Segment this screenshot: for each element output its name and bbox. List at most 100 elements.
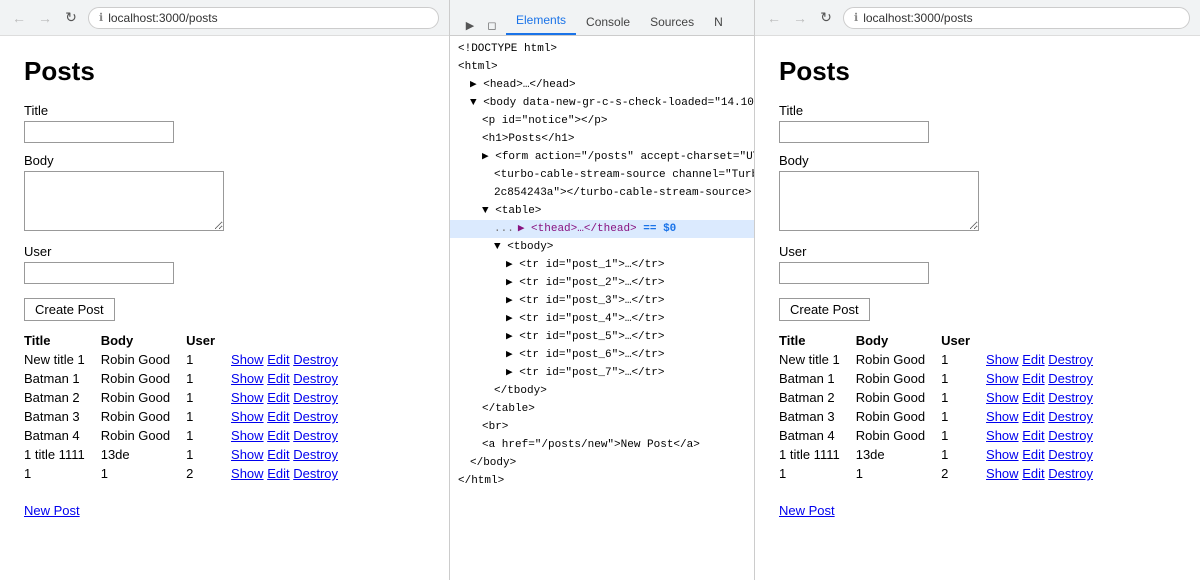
destroy-link[interactable]: Destroy [293, 428, 338, 443]
destroy-link[interactable]: Destroy [1048, 409, 1093, 424]
destroy-link[interactable]: Destroy [293, 409, 338, 424]
table-row: Batman 4Robin Good1Show Edit Destroy [24, 426, 354, 445]
cell-actions: Show Edit Destroy [986, 445, 1109, 464]
html-line[interactable]: ▶ <head>…</head> [450, 76, 754, 94]
destroy-link[interactable]: Destroy [1048, 390, 1093, 405]
edit-link[interactable]: Edit [1022, 466, 1044, 481]
show-link[interactable]: Show [986, 352, 1019, 367]
user-input-right[interactable] [779, 262, 929, 284]
show-link[interactable]: Show [986, 428, 1019, 443]
device-toolbar-button[interactable]: ◻ [482, 15, 502, 35]
html-line[interactable]: ▶ <form action="/posts" accept-charset="… [450, 148, 754, 166]
html-line[interactable]: ▶ <tr id="post_5">…</tr> [450, 328, 754, 346]
title-form-group: Title [24, 103, 425, 143]
edit-link[interactable]: Edit [1022, 409, 1044, 424]
col-user-right: User [941, 331, 986, 350]
html-line: </body> [450, 454, 754, 472]
html-line[interactable]: ▼ <tbody> [450, 238, 754, 256]
show-link[interactable]: Show [231, 352, 264, 367]
inspect-element-button[interactable]: ▶ [460, 15, 480, 35]
edit-link[interactable]: Edit [267, 409, 289, 424]
show-link[interactable]: Show [231, 466, 264, 481]
edit-link[interactable]: Edit [267, 447, 289, 462]
html-line[interactable]: ▶ <tr id="post_3">…</tr> [450, 292, 754, 310]
edit-link[interactable]: Edit [267, 352, 289, 367]
destroy-link[interactable]: Destroy [293, 390, 338, 405]
html-line[interactable]: ▼ <body data-new-gr-c-s-check-loaded="14… [450, 94, 754, 112]
html-line[interactable]: ▶ <tr id="post_1">…</tr> [450, 256, 754, 274]
cell-user: 1 [186, 407, 231, 426]
show-link[interactable]: Show [231, 409, 264, 424]
create-post-button-left[interactable]: Create Post [24, 298, 115, 321]
url-right: localhost:3000/posts [863, 11, 972, 25]
cell-body: Robin Good [856, 369, 941, 388]
edit-link[interactable]: Edit [267, 390, 289, 405]
destroy-link[interactable]: Destroy [1048, 428, 1093, 443]
forward-button-left[interactable]: → [36, 9, 54, 27]
cell-title: New title 1 [24, 350, 101, 369]
html-line[interactable]: ▶ <tr id="post_2">…</tr> [450, 274, 754, 292]
title-input[interactable] [24, 121, 174, 143]
destroy-link[interactable]: Destroy [1048, 466, 1093, 481]
create-post-button-right[interactable]: Create Post [779, 298, 870, 321]
posts-table-left: Title Body User New title 1Robin Good1Sh… [24, 331, 354, 483]
tab-console[interactable]: Console [576, 9, 640, 35]
body-input-right[interactable] [779, 171, 979, 231]
body-input[interactable] [24, 171, 224, 231]
html-line[interactable]: ...▶ <thead>…</thead> == $0 [450, 220, 754, 238]
edit-link[interactable]: Edit [1022, 447, 1044, 462]
new-post-link-right[interactable]: New Post [779, 503, 1176, 518]
edit-link[interactable]: Edit [1022, 352, 1044, 367]
show-link[interactable]: Show [986, 390, 1019, 405]
refresh-button-left[interactable]: ↻ [62, 9, 80, 27]
tab-sources[interactable]: Sources [640, 9, 704, 35]
html-line: <h1>Posts</h1> [450, 130, 754, 148]
cell-actions: Show Edit Destroy [231, 369, 354, 388]
show-link[interactable]: Show [231, 390, 264, 405]
destroy-link[interactable]: Destroy [1048, 371, 1093, 386]
info-icon-left: ℹ [99, 11, 103, 24]
user-input[interactable] [24, 262, 174, 284]
show-link[interactable]: Show [986, 371, 1019, 386]
edit-link[interactable]: Edit [1022, 428, 1044, 443]
destroy-link[interactable]: Destroy [293, 371, 338, 386]
table-row: 112Show Edit Destroy [779, 464, 1109, 483]
tab-elements[interactable]: Elements [506, 7, 576, 35]
edit-link[interactable]: Edit [267, 371, 289, 386]
edit-link[interactable]: Edit [267, 466, 289, 481]
back-button-right[interactable]: ← [765, 9, 783, 27]
destroy-link[interactable]: Destroy [293, 352, 338, 367]
edit-link[interactable]: Edit [1022, 390, 1044, 405]
html-line[interactable]: ▶ <tr id="post_7">…</tr> [450, 364, 754, 382]
show-link[interactable]: Show [231, 428, 264, 443]
title-input-right[interactable] [779, 121, 929, 143]
table-row: New title 1Robin Good1Show Edit Destroy [24, 350, 354, 369]
html-line[interactable]: ▶ <tr id="post_4">…</tr> [450, 310, 754, 328]
address-bar-right[interactable]: ℹ localhost:3000/posts [843, 7, 1190, 29]
destroy-link[interactable]: Destroy [293, 447, 338, 462]
forward-button-right[interactable]: → [791, 9, 809, 27]
new-post-link-left[interactable]: New Post [24, 503, 425, 518]
refresh-button-right[interactable]: ↻ [817, 9, 835, 27]
tab-network[interactable]: N [704, 9, 733, 35]
edit-link[interactable]: Edit [267, 428, 289, 443]
cell-title: Batman 2 [779, 388, 856, 407]
destroy-link[interactable]: Destroy [1048, 447, 1093, 462]
show-link[interactable]: Show [231, 371, 264, 386]
address-bar-left[interactable]: ℹ localhost:3000/posts [88, 7, 439, 29]
show-link[interactable]: Show [986, 409, 1019, 424]
cell-body: Robin Good [101, 407, 186, 426]
back-button-left[interactable]: ← [10, 9, 28, 27]
destroy-link[interactable]: Destroy [1048, 352, 1093, 367]
html-line[interactable]: ▼ <table> [450, 202, 754, 220]
show-link[interactable]: Show [231, 447, 264, 462]
destroy-link[interactable]: Destroy [293, 466, 338, 481]
cell-title: Batman 4 [779, 426, 856, 445]
show-link[interactable]: Show [986, 466, 1019, 481]
show-link[interactable]: Show [986, 447, 1019, 462]
cell-title: Batman 4 [24, 426, 101, 445]
posts-table-right: Title Body User New title 1Robin Good1Sh… [779, 331, 1109, 483]
html-line: <html> [450, 58, 754, 76]
html-line[interactable]: ▶ <tr id="post_6">…</tr> [450, 346, 754, 364]
edit-link[interactable]: Edit [1022, 371, 1044, 386]
